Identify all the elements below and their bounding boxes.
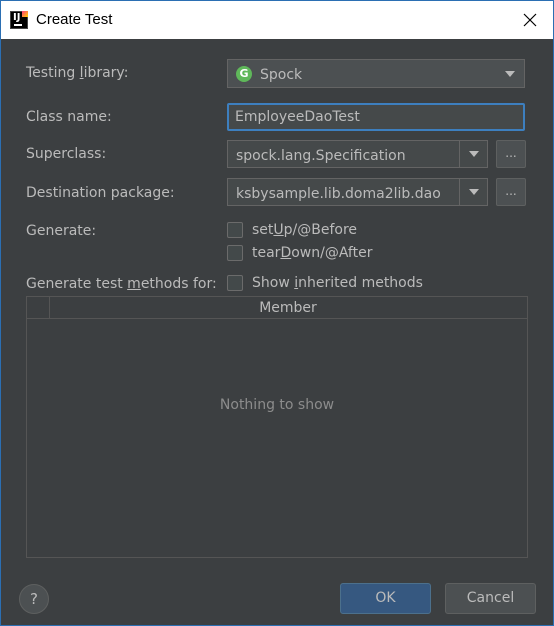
close-button[interactable] [507, 1, 553, 39]
cancel-button[interactable]: Cancel [445, 583, 536, 614]
chevron-down-icon [468, 189, 479, 195]
destination-package-value: ksbysample.lib.doma2lib.dao [236, 186, 441, 202]
teardown-checkbox-row[interactable]: tearDown/@After [227, 245, 372, 261]
setup-label: setUp/@Before [252, 222, 358, 238]
show-inherited-checkbox[interactable] [227, 275, 243, 291]
dropdown-arrow [496, 60, 524, 87]
superclass-dropdown-arrow[interactable] [459, 141, 487, 167]
generate-label: Generate: [26, 223, 97, 239]
superclass-browse-button[interactable]: ... [496, 140, 526, 168]
title-bar: IJ Create Test [1, 1, 553, 39]
show-inherited-label: Show inherited methods [252, 275, 423, 291]
chevron-down-icon [468, 151, 479, 157]
create-test-dialog: IJ Create Test Testing library: G Spock … [0, 0, 554, 626]
setup-checkbox-row[interactable]: setUp/@Before [227, 222, 357, 238]
close-icon [523, 13, 537, 27]
superclass-label: Superclass: [26, 146, 107, 162]
class-name-input[interactable] [229, 105, 523, 129]
testing-library-value: Spock [260, 67, 303, 83]
chevron-down-icon [505, 70, 515, 77]
window-title: Create Test [36, 11, 113, 28]
ok-button[interactable]: OK [340, 583, 431, 614]
setup-checkbox[interactable] [227, 222, 243, 238]
select-column-header[interactable] [27, 297, 50, 318]
testing-library-dropdown[interactable]: G Spock [227, 59, 525, 88]
destination-package-dropdown-arrow[interactable] [459, 179, 487, 205]
teardown-label: tearDown/@After [252, 245, 373, 261]
teardown-checkbox[interactable] [227, 245, 243, 261]
superclass-combo[interactable]: spock.lang.Specification [227, 140, 488, 168]
destination-package-combo[interactable]: ksbysample.lib.doma2lib.dao [227, 178, 488, 206]
members-table[interactable]: Member Nothing to show [26, 296, 528, 558]
table-header: Member [27, 297, 527, 319]
empty-table-text: Nothing to show [219, 397, 335, 413]
destination-package-browse-button[interactable]: ... [496, 178, 526, 206]
superclass-value: spock.lang.Specification [236, 148, 406, 164]
class-name-label: Class name: [26, 109, 112, 125]
destination-package-label: Destination package: [26, 185, 175, 201]
generate-methods-label: Generate test methods for: [26, 276, 217, 292]
show-inherited-row[interactable]: Show inherited methods [227, 275, 423, 291]
spock-icon: G [236, 66, 252, 82]
class-name-field[interactable] [227, 103, 525, 131]
intellij-app-icon: IJ [10, 11, 28, 29]
help-button[interactable]: ? [19, 584, 49, 614]
member-column-header[interactable]: Member [49, 300, 527, 316]
testing-library-label: Testing library: [26, 65, 129, 81]
